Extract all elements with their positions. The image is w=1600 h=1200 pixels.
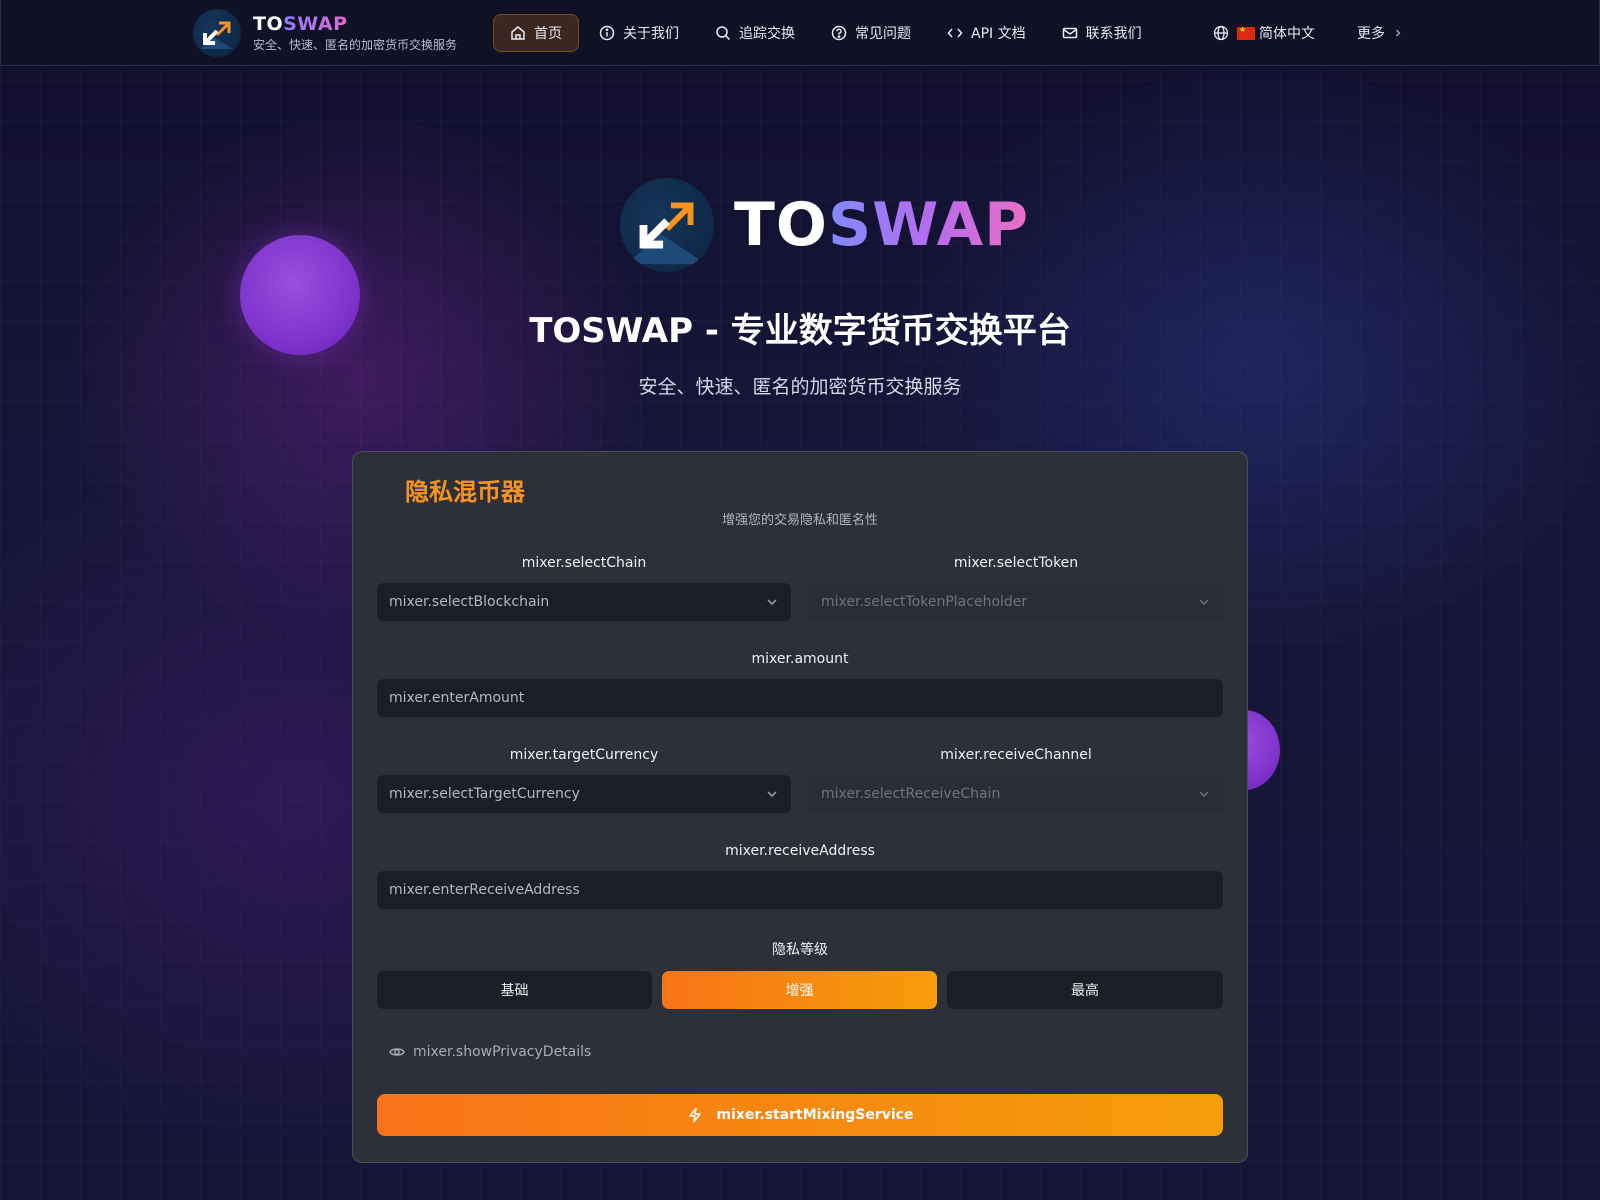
receive-address-input[interactable]: mixer.enterReceiveAddress (377, 871, 1223, 909)
mixer-subtitle: 增强您的交易隐私和匿名性 (721, 513, 878, 528)
amount-label: mixer.amount (751, 651, 849, 667)
brand[interactable]: TOSWAP 安全、快速、匿名的加密货币交换服务 (193, 9, 457, 57)
mixer-card: 隐私混币器 增强您的交易隐私和匿名性 mixer.selectChain mix… (352, 451, 1248, 1163)
brand-name-swap: SWAP (283, 12, 348, 35)
brand-tagline: 安全、快速、匿名的加密货币交换服务 (253, 37, 458, 52)
target-currency-value: mixer.selectTargetCurrency (389, 786, 580, 802)
china-flag-icon (1237, 25, 1255, 40)
privacy-level-basic[interactable]: 基础 (377, 971, 652, 1009)
nav-label: 联系我们 (1085, 26, 1142, 42)
start-mixing-button[interactable]: mixer.startMixingService (377, 1094, 1223, 1136)
home-icon (511, 26, 525, 40)
show-privacy-details-label: mixer.showPrivacyDetails (413, 1044, 592, 1060)
hero-brand-name: TOSWAP (734, 190, 1029, 260)
hero-brand-to: TO (734, 190, 828, 260)
chain-select-value: mixer.selectBlockchain (389, 594, 550, 610)
mixer-title: 隐私混币器 (405, 478, 525, 506)
amount-input[interactable]: mixer.enterAmount (377, 679, 1223, 717)
show-privacy-details-toggle[interactable]: mixer.showPrivacyDetails (389, 1044, 591, 1060)
toswap-logo-icon (620, 178, 714, 272)
help-icon (831, 25, 847, 41)
toswap-logo-icon (193, 9, 241, 57)
nav-item-home[interactable]: 首页 (493, 14, 579, 52)
brand-name-to: TO (253, 12, 284, 35)
top-navbar: TOSWAP 安全、快速、匿名的加密货币交换服务 首页 关于我们 追踪交换 常见… (0, 0, 1600, 66)
globe-icon (1213, 25, 1229, 41)
receive-channel-value: mixer.selectReceiveChain (821, 786, 1001, 802)
nav-label: 关于我们 (623, 26, 679, 42)
nav-label: API 文档 (971, 26, 1026, 42)
target-currency-label: mixer.targetCurrency (509, 747, 659, 763)
hero-logo: TOSWAP (620, 178, 1029, 272)
token-select[interactable]: mixer.selectTokenPlaceholder (809, 583, 1223, 621)
code-icon (947, 28, 963, 38)
more-menu[interactable]: 更多 (1341, 14, 1419, 52)
chain-label: mixer.selectChain (521, 555, 647, 571)
amount-placeholder: mixer.enterAmount (389, 690, 525, 706)
nav-label: 常见问题 (855, 26, 911, 42)
nav-label: 追踪交换 (739, 26, 795, 42)
chevron-down-icon (1199, 791, 1209, 798)
language-selector[interactable]: 简体中文 (1197, 14, 1331, 52)
token-select-value: mixer.selectTokenPlaceholder (821, 594, 1028, 610)
nav-item-about[interactable]: 关于我们 (583, 14, 695, 52)
token-label: mixer.selectToken (953, 555, 1079, 571)
nav-right: 简体中文 更多 (1197, 14, 1429, 52)
chain-select[interactable]: mixer.selectBlockchain (377, 583, 791, 621)
privacy-level-text: 增强 (785, 983, 814, 999)
main-nav: 首页 关于我们 追踪交换 常见问题 API 文档 联系我们 (493, 14, 1162, 52)
nav-item-faq[interactable]: 常见问题 (815, 14, 927, 52)
nav-item-track[interactable]: 追踪交换 (699, 14, 811, 52)
privacy-level-text: 基础 (500, 983, 529, 999)
brand-name: TOSWAP (253, 14, 457, 34)
hero-subheading: 安全、快速、匿名的加密货币交换服务 (638, 376, 962, 398)
receive-address-label: mixer.receiveAddress (725, 843, 875, 859)
nav-label: 首页 (534, 26, 562, 42)
search-icon (716, 26, 731, 41)
receive-address-placeholder: mixer.enterReceiveAddress (389, 882, 580, 898)
info-icon (599, 25, 615, 41)
chevron-down-icon (767, 599, 777, 606)
privacy-level-text: 最高 (1071, 983, 1099, 999)
receive-channel-select[interactable]: mixer.selectReceiveChain (809, 775, 1223, 813)
privacy-level-max[interactable]: 最高 (947, 971, 1223, 1009)
mail-icon (1062, 27, 1077, 39)
target-currency-select[interactable]: mixer.selectTargetCurrency (377, 775, 791, 813)
privacy-level-enhanced[interactable]: 增强 (662, 971, 937, 1009)
receive-channel-label: mixer.receiveChannel (940, 747, 1092, 763)
privacy-level-label: 隐私等级 (772, 942, 828, 958)
hero-brand-swap: SWAP (827, 190, 1030, 260)
language-label: 简体中文 (1259, 26, 1315, 42)
lightning-icon (688, 1107, 701, 1123)
more-label: 更多 (1357, 26, 1385, 42)
chevron-down-icon (1199, 599, 1209, 606)
chevron-down-icon (767, 791, 777, 798)
hero-heading: TOSWAP - 专业数字货币交换平台 (529, 311, 1071, 351)
nav-item-contact[interactable]: 联系我们 (1046, 14, 1158, 52)
start-mixing-label: mixer.startMixingService (716, 1107, 914, 1123)
chevron-right-icon (1396, 29, 1401, 37)
nav-item-api[interactable]: API 文档 (931, 14, 1042, 52)
eye-icon (389, 1048, 405, 1056)
